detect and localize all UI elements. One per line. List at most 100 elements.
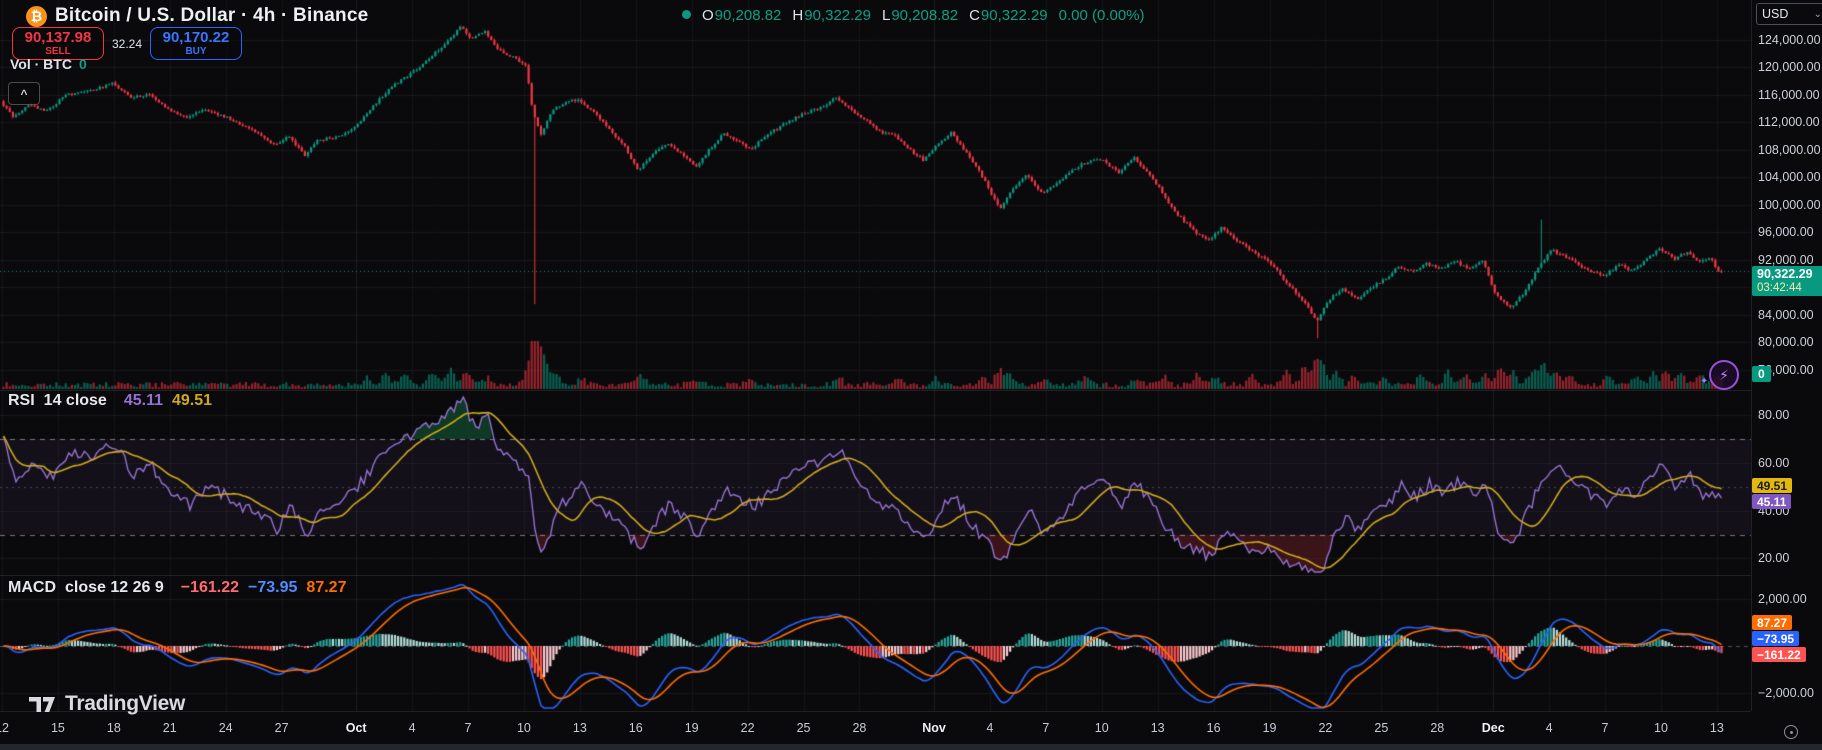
macd-axis-label: 2,000.00: [1758, 592, 1807, 606]
time-axis-label: 18: [107, 721, 121, 735]
open-value: 90,208.82: [715, 7, 782, 24]
close-value: 90,322.29: [981, 7, 1048, 24]
volume-value: 0: [79, 56, 87, 72]
time-axis-label: 10: [1654, 721, 1668, 735]
rsi-value-badge: 45.11: [1752, 494, 1791, 509]
chart-canvas[interactable]: [0, 0, 1751, 711]
time-axis-label: 24: [219, 721, 233, 735]
time-axis-label: 27: [275, 721, 289, 735]
time-axis-label: 22: [741, 721, 755, 735]
boost-lightning-icon[interactable]: ⚡: [1709, 360, 1739, 390]
rsi-axis-label: 60.00: [1758, 456, 1789, 470]
rsi-legend[interactable]: RSI 14 close 45.11 49.51: [8, 392, 212, 410]
candle-countdown: 03:42:44: [1757, 282, 1802, 295]
volume-legend[interactable]: Vol · BTC 0: [10, 56, 87, 72]
chevron-down-icon: ⌄: [1814, 9, 1822, 20]
macd-signal-value: 87.27: [306, 579, 346, 597]
rsi-ma-value: 49.51: [172, 392, 212, 410]
time-axis-label: 10: [517, 721, 531, 735]
pane-collapse-button[interactable]: ^: [8, 82, 40, 105]
buy-button[interactable]: 90,170.22 BUY: [150, 27, 242, 60]
volume-label: Vol · BTC: [10, 56, 72, 72]
tradingview-logo[interactable]: TradingView: [26, 691, 185, 717]
price-axis-label: 116,000.00: [1758, 88, 1820, 102]
time-axis-label: 15: [51, 721, 65, 735]
rsi-params: 14 close: [44, 392, 107, 410]
rsi-value: 45.11: [124, 392, 163, 410]
time-axis-label: 13: [1151, 721, 1165, 735]
macd-params: close 12 26 9: [65, 579, 164, 597]
tradingview-chart-window: ₿ Bitcoin / U.S. Dollar · 4h · Binance O…: [0, 0, 1822, 750]
price-axis-label: 96,000.00: [1758, 225, 1814, 239]
price-axis-label: 80,000.00: [1758, 335, 1814, 349]
time-axis-label: 19: [685, 721, 699, 735]
bitcoin-icon: ₿: [26, 6, 47, 27]
time-axis-label: 4: [986, 721, 993, 735]
macd-value-badge: −73.95: [1752, 631, 1799, 646]
time-axis-label: 4: [409, 721, 416, 735]
window-bottom-edge: [0, 744, 1822, 750]
macd-title: MACD: [8, 579, 56, 597]
time-axis-divider: [0, 711, 1751, 712]
macd-hist-value: −161.22: [181, 579, 239, 597]
ohlc-row: O90,208.82 H90,322.29 L90,208.82 C90,322…: [702, 7, 1145, 24]
current-price-badge: 90,322.29 03:42:44: [1752, 266, 1822, 296]
time-axis-label: 28: [852, 721, 866, 735]
rsi-axis-label: 80.00: [1758, 408, 1789, 422]
chevron-up-icon: ^: [20, 88, 27, 100]
currency-dropdown[interactable]: USD ⌄: [1756, 3, 1822, 25]
current-price-value: 90,322.29: [1757, 267, 1813, 281]
clock-icon[interactable]: [1784, 725, 1798, 739]
close-label: C: [969, 7, 980, 24]
symbol-header: ₿ Bitcoin / U.S. Dollar · 4h · Binance: [26, 3, 368, 29]
price-axis-label: 124,000.00: [1758, 33, 1821, 47]
macd-legend[interactable]: MACD close 12 26 9 −161.22 −73.95 87.27: [8, 579, 346, 597]
time-axis-label: 7: [465, 721, 472, 735]
time-axis-label: Dec: [1482, 721, 1505, 735]
time-axis-label: 21: [163, 721, 177, 735]
market-status-dot-icon: [682, 10, 691, 19]
volume-value-badge: 0: [1752, 366, 1771, 382]
price-axis-label: 112,000.00: [1758, 115, 1820, 129]
price-axis-label: 104,000.00: [1758, 170, 1821, 184]
tradingview-logo-text: TradingView: [65, 692, 185, 716]
pane-divider[interactable]: [0, 575, 1751, 576]
time-axis-label: Oct: [346, 721, 367, 735]
time-axis-label: 16: [629, 721, 643, 735]
time-axis-label: 13: [573, 721, 587, 735]
price-axis-label: 120,000.00: [1758, 60, 1821, 74]
time-axis-label: 16: [1207, 721, 1221, 735]
time-axis-label: 22: [1318, 721, 1332, 735]
price-axis-label: 84,000.00: [1758, 308, 1814, 322]
tradingview-mark-icon: [26, 691, 58, 717]
open-label: O: [702, 7, 714, 24]
time-axis-label: 7: [1602, 721, 1609, 735]
rsi-axis-label: 20.00: [1758, 551, 1789, 565]
time-axis-label: 13: [1710, 721, 1724, 735]
macd-value: −73.95: [248, 579, 297, 597]
price-axis-label: 100,000.00: [1758, 198, 1821, 212]
price-axis-label: 92,000.00: [1758, 253, 1814, 267]
spread-value: 32.24: [104, 37, 150, 51]
time-axis-label: 12: [0, 721, 9, 735]
sell-price: 90,137.98: [25, 30, 92, 46]
price-axis-label: 108,000.00: [1758, 143, 1821, 157]
sparkle-icon: ✦: [1700, 376, 1708, 387]
buy-label: BUY: [185, 47, 206, 58]
macd-hist-badge: −161.22: [1752, 647, 1806, 662]
time-axis-label: 4: [1546, 721, 1553, 735]
pane-divider[interactable]: [0, 390, 1751, 391]
low-label: L: [882, 7, 890, 24]
time-axis-label: 25: [1374, 721, 1388, 735]
macd-axis-label: −2,000.00: [1758, 686, 1814, 700]
time-axis-label: 7: [1042, 721, 1049, 735]
rsi-ma-badge: 49.51: [1752, 478, 1792, 493]
time-axis-label: 25: [797, 721, 811, 735]
time-axis-label: 10: [1095, 721, 1109, 735]
high-label: H: [792, 7, 803, 24]
low-value: 90,208.82: [891, 7, 958, 24]
time-axis-label: Nov: [922, 721, 946, 735]
buy-price: 90,170.22: [163, 30, 230, 46]
symbol-title[interactable]: Bitcoin / U.S. Dollar · 4h · Binance: [55, 5, 368, 27]
high-value: 90,322.29: [804, 7, 871, 24]
